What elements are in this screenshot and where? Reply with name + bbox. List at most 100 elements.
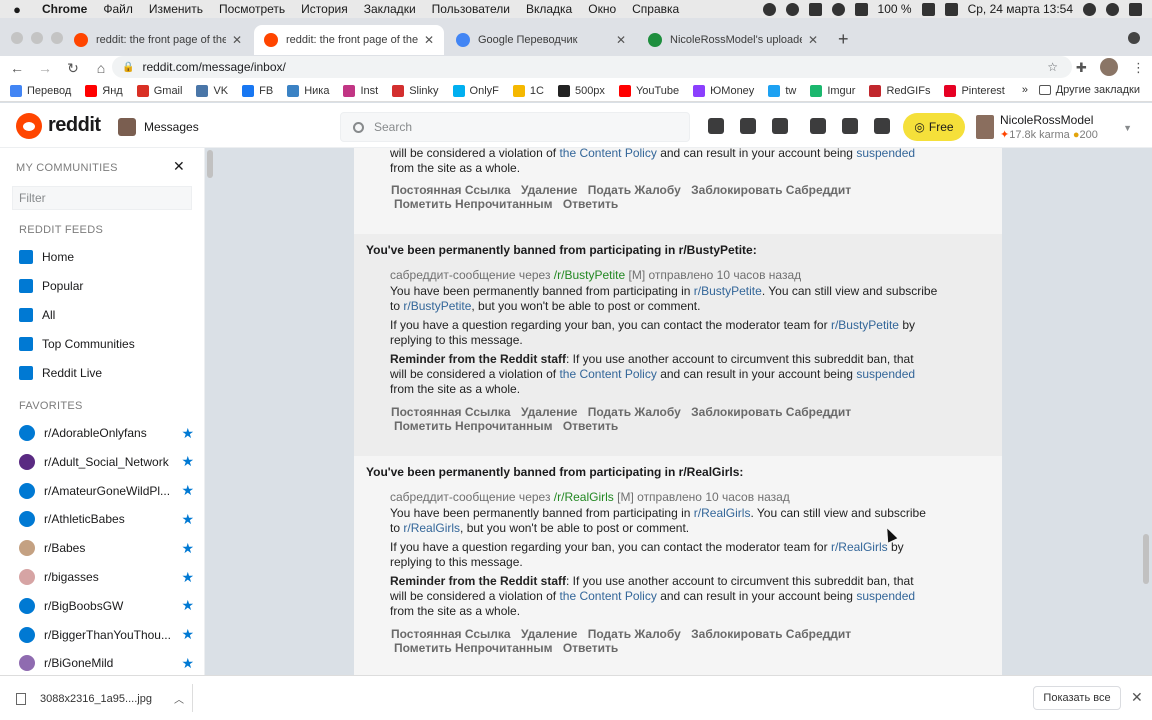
close-window-button[interactable]	[11, 32, 23, 44]
suspended-link[interactable]: suspended	[856, 367, 915, 381]
subreddit-link[interactable]: r/RealGirls	[403, 521, 460, 535]
bookmark-item[interactable]: Ника	[287, 84, 329, 97]
suspended-link[interactable]: suspended	[856, 589, 915, 603]
content-policy-link[interactable]: the Content Policy	[559, 148, 656, 160]
close-tab-icon[interactable]: ✕	[616, 33, 626, 47]
create-post-icon[interactable]	[874, 118, 890, 134]
sidebar-item-all[interactable]: All	[19, 304, 194, 326]
search-input[interactable]: Search	[340, 112, 690, 142]
report-button[interactable]: Подать Жалобу	[588, 183, 681, 197]
spotlight-icon[interactable]	[1083, 2, 1096, 16]
sidebar-favorite-item[interactable]: r/AthleticBabes ★	[19, 508, 194, 530]
bookmark-item[interactable]: OnlyF	[452, 84, 499, 97]
filter-input[interactable]: Filter	[12, 186, 192, 210]
bookmark-star-icon[interactable]: ☆	[1047, 60, 1058, 74]
back-icon[interactable]: ←	[6, 60, 28, 76]
close-tab-icon[interactable]: ✕	[424, 33, 434, 47]
bookmark-item[interactable]: VK	[196, 84, 228, 97]
url-bar[interactable]: 🔒 reddit.com/message/inbox/ ☆	[112, 56, 1072, 78]
sidebar-item-top-communities[interactable]: Top Communities	[19, 333, 194, 355]
flag-icon[interactable]	[944, 2, 958, 16]
close-download-bar-icon[interactable]: ✕	[1131, 689, 1143, 706]
block-subreddit-button[interactable]: Заблокировать Сабреддит	[691, 183, 851, 197]
video-icon[interactable]	[772, 118, 788, 134]
minimize-window-button[interactable]	[31, 32, 43, 44]
zoom-window-button[interactable]	[51, 32, 63, 44]
delete-button[interactable]: Удаление	[521, 183, 577, 197]
menu-history[interactable]: История	[293, 2, 356, 16]
permalink-button[interactable]: Постоянная Ссылка	[391, 183, 511, 197]
subreddit-link[interactable]: /r/RealGirls	[554, 490, 614, 504]
content-policy-link[interactable]: the Content Policy	[559, 367, 656, 381]
subreddit-link[interactable]: /r/BustyPetite	[554, 268, 625, 282]
sidebar-favorite-item[interactable]: r/Babes ★	[19, 537, 194, 559]
mark-unread-button[interactable]: Пометить Непрочитанным	[394, 641, 553, 655]
subreddit-link[interactable]: r/RealGirls	[831, 540, 888, 554]
block-subreddit-button[interactable]: Заблокировать Сабреддит	[691, 405, 851, 419]
bookmark-item[interactable]: Slinky	[392, 84, 439, 97]
menu-view[interactable]: Посмотреть	[211, 2, 293, 16]
permalink-button[interactable]: Постоянная Ссылка	[391, 405, 511, 419]
tab-reddit-1[interactable]: reddit: the front page of the int ✕	[64, 25, 252, 55]
mark-unread-button[interactable]: Пометить Непрочитанным	[394, 419, 553, 433]
apple-icon[interactable]: ●	[0, 2, 34, 17]
time-machine-icon[interactable]	[785, 2, 799, 16]
favorite-star-icon[interactable]: ★	[181, 453, 194, 470]
profile-avatar[interactable]	[1100, 58, 1118, 76]
favorite-star-icon[interactable]: ★	[181, 655, 194, 672]
sidebar-scrollbar[interactable]	[207, 150, 213, 178]
favorite-star-icon[interactable]: ★	[181, 626, 194, 643]
favorite-star-icon[interactable]: ★	[181, 425, 194, 442]
download-item[interactable]: 3088x2316_1a95....jpg ︿	[16, 691, 184, 706]
reddit-wordmark[interactable]: reddit	[48, 114, 101, 137]
bookmark-item[interactable]: Imgur	[810, 84, 855, 97]
sidebar-item-reddit-live[interactable]: Reddit Live	[19, 362, 194, 384]
sidebar-favorite-item[interactable]: r/Adult_Social_Network ★	[19, 451, 194, 473]
menu-file[interactable]: Файл	[95, 2, 141, 16]
bookmark-item[interactable]: Gmail	[136, 84, 182, 97]
bookmark-item[interactable]: ЮMoney	[693, 84, 754, 97]
bookmark-item[interactable]: YouTube	[618, 84, 679, 97]
menu-tab[interactable]: Вкладка	[518, 2, 580, 16]
sidebar-item-popular[interactable]: Popular	[19, 275, 194, 297]
block-subreddit-button[interactable]: Заблокировать Сабреддит	[691, 627, 851, 641]
bookmark-item[interactable]: 1С	[512, 84, 544, 97]
report-button[interactable]: Подать Жалобу	[588, 405, 681, 419]
subreddit-link[interactable]: r/RealGirls	[694, 506, 751, 520]
favorite-star-icon[interactable]: ★	[181, 569, 194, 586]
clock[interactable]: Ср, 24 марта 13:54	[968, 2, 1073, 16]
extensions-icon[interactable]: ✚	[1076, 60, 1087, 76]
status-app-icon[interactable]	[762, 2, 776, 16]
chat-icon[interactable]	[810, 118, 826, 134]
lock-icon[interactable]: 🔒	[122, 62, 134, 73]
more-bookmarks-button[interactable]: »	[1022, 84, 1028, 96]
bookmark-item[interactable]: RedGIFs	[869, 84, 930, 97]
report-button[interactable]: Подать Жалобу	[588, 627, 681, 641]
delete-button[interactable]: Удаление	[521, 405, 577, 419]
close-tab-icon[interactable]: ✕	[232, 33, 242, 47]
menu-bookmarks[interactable]: Закладки	[356, 2, 424, 16]
favorite-star-icon[interactable]: ★	[181, 540, 194, 557]
reddit-logo-icon[interactable]	[16, 113, 42, 139]
menu-users[interactable]: Пользователи	[424, 2, 518, 16]
menu-app[interactable]: Chrome	[34, 2, 95, 16]
suspended-link[interactable]: suspended	[856, 148, 915, 160]
bookmark-item[interactable]: FB	[242, 84, 273, 97]
permalink-button[interactable]: Постоянная Ссылка	[391, 627, 511, 641]
tab-uploads[interactable]: NicoleRossModel's uploaded in ✕	[638, 25, 828, 55]
sidebar-favorite-item[interactable]: r/AmateurGoneWildPl... ★	[19, 480, 194, 502]
new-tab-button[interactable]: +	[838, 29, 849, 50]
reply-button[interactable]: Ответить	[563, 641, 618, 655]
chrome-menu-icon[interactable]: ⋮	[1132, 60, 1145, 76]
sidebar-favorite-item[interactable]: r/BigBoobsGW ★	[19, 595, 194, 617]
sidebar-item-home[interactable]: Home	[19, 246, 194, 268]
menu-help[interactable]: Справка	[624, 2, 687, 16]
bookmark-item[interactable]: Pinterest	[944, 84, 1005, 97]
stats-icon[interactable]	[740, 118, 756, 134]
favorite-star-icon[interactable]: ★	[181, 597, 194, 614]
wifi-icon[interactable]	[831, 2, 845, 16]
tab-reddit-2[interactable]: reddit: the front page of the int ✕	[254, 25, 444, 55]
menu-edit[interactable]: Изменить	[141, 2, 211, 16]
content-policy-link[interactable]: the Content Policy	[559, 589, 656, 603]
sidebar-favorite-item[interactable]: r/bigasses ★	[19, 566, 194, 588]
